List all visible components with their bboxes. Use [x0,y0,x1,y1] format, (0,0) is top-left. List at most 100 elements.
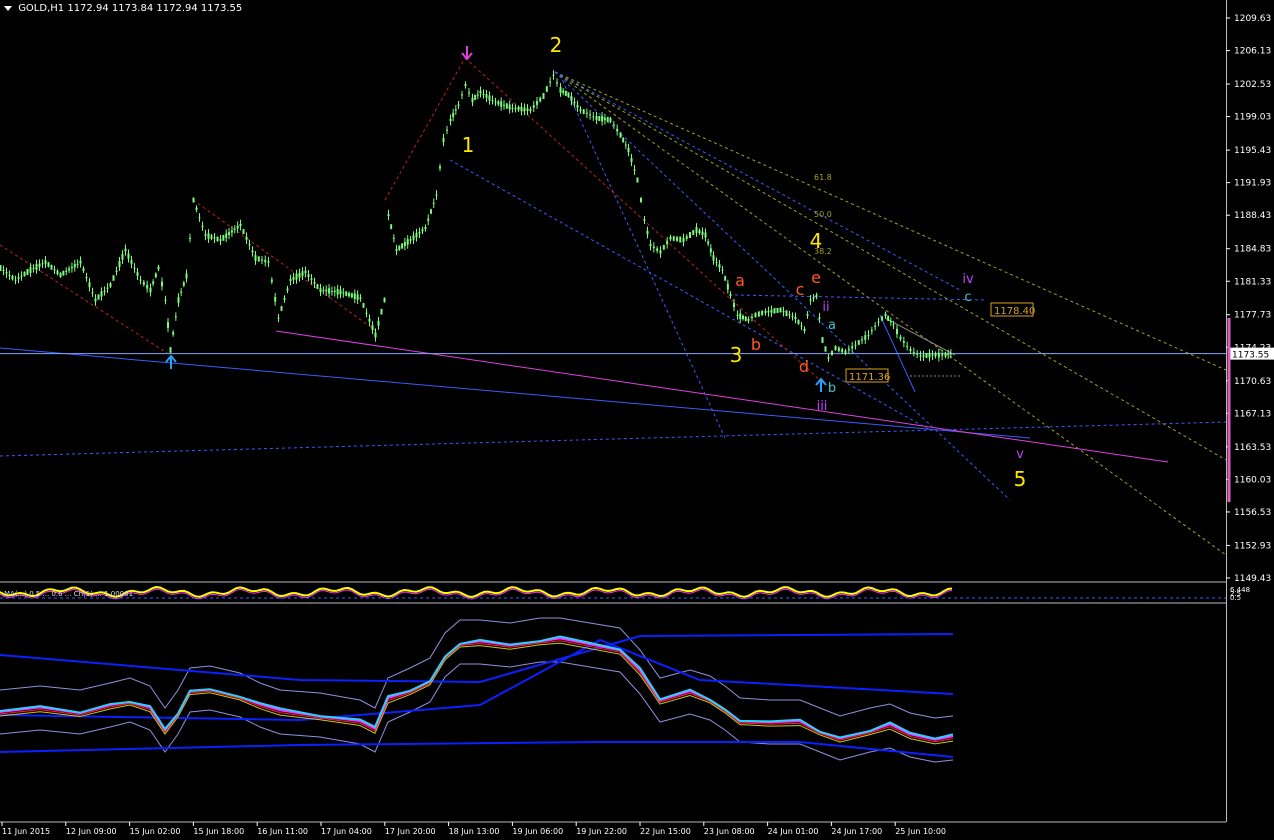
candle-body [207,233,210,239]
candle-body [322,289,325,291]
candle-body [744,316,747,321]
candle-body [216,236,219,242]
candle-body [359,297,362,299]
wave-label-sub: e [811,268,821,287]
candle-body [491,99,494,101]
candle-body [471,97,474,103]
candle-body [301,271,304,276]
candle-body [523,107,526,111]
candle-body [5,272,8,274]
price-tick-label: 1199.03 [1234,113,1271,123]
candle-body [0,265,2,271]
candle-body [947,354,950,356]
candle-body [857,340,860,345]
candle-body [476,94,479,96]
candle-body [742,315,744,320]
support-trendline [0,347,1031,439]
price-axis: 1209.63 1206.13 1202.53 1199.03 1195.43 1191.… [1,14,1274,836]
candle-body [616,128,619,132]
candle-body [633,169,636,171]
candle-body [573,101,576,104]
candle-body [454,109,457,111]
candle-body [274,297,277,302]
candle-body [430,209,432,214]
candle-body [595,116,598,120]
candle-body [666,241,669,245]
oscillator-panel: MA(...) 0.5 ... 0.6 ... Ch(1) ... 1.0000… [0,586,1250,763]
candle-body [511,107,514,109]
candle-body [76,263,79,265]
candle-body [157,266,160,270]
price-tick-label: 1152.93 [1234,541,1271,551]
candle-body [130,260,133,264]
fib-level-label: 61.8 [814,173,832,182]
candle-body [169,347,172,353]
candle-body [754,312,757,318]
candle-body [479,90,482,94]
candle-body [121,254,124,260]
candle-body [520,106,523,112]
candle-body [517,107,520,111]
time-tick-label: 17 Jun 04:00 [321,827,372,836]
price-tick-label: 1181.33 [1234,277,1271,287]
level-line [734,294,986,301]
candle-body [88,282,91,288]
candle-body [100,291,103,297]
candle-body [889,321,892,323]
candle-body [182,282,185,286]
price-tick-label: 1191.93 [1234,179,1271,189]
candle-body [485,94,488,98]
candle-body [47,262,50,267]
fib-fan-line [559,74,726,439]
candle-body [841,349,844,353]
time-tick-label: 12 Jun 09:00 [66,827,117,836]
candle-body [41,263,44,265]
candle-body [254,255,257,261]
candle-body [118,261,121,267]
candle-body [726,283,729,290]
candle-body [603,118,606,121]
candle-body [834,345,837,351]
candle-body [640,197,642,203]
candle-body [56,270,59,275]
candle-body [892,324,895,326]
osc-magenta [0,637,954,741]
candle-body [815,294,818,298]
candle-body [307,274,310,277]
price-chart[interactable]: 61.850.038.212345abcdeiiiiiivvabc1178.40… [0,0,1274,840]
candle-body [576,104,579,108]
candle-body [549,81,552,83]
candle-body [800,325,803,327]
candle-body [851,346,854,349]
candle-body [44,260,47,264]
candle-body [167,322,169,328]
candle-body [424,227,427,229]
candle-body [468,92,470,94]
candle-body [867,334,870,336]
candle-body [649,243,652,247]
candle-body [398,246,401,250]
candle-body [562,90,565,93]
candle-body [264,259,267,263]
candle-body [68,268,71,271]
candle-body [292,277,295,280]
candle-body [35,263,38,270]
candle-body [916,353,919,355]
candle-body [707,241,710,244]
candle-body [418,231,421,234]
time-tick-label: 15 Jun 18:00 [193,827,244,836]
wave-label-sub: c [796,280,805,299]
candle-body [65,270,68,272]
time-tick-label: 25 Jun 10:00 [895,827,946,836]
candle-body [112,275,115,281]
candle-body [636,177,639,183]
price-tick-label: 1195.43 [1234,146,1271,156]
candle-body [902,341,905,343]
candle-body [494,101,497,103]
candle-body [295,273,298,280]
candle-body [482,93,485,95]
candle-body [779,307,782,313]
candle-body [286,288,289,291]
time-tick-label: 24 Jun 17:00 [831,827,882,836]
candle-body [333,290,336,293]
